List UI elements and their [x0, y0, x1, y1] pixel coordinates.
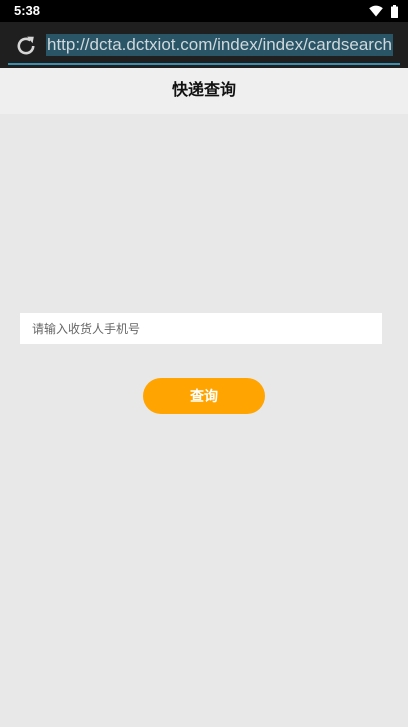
url-underline	[8, 63, 400, 65]
status-time: 5:38	[14, 3, 41, 18]
main-content: 查询	[0, 114, 408, 727]
status-bar: 5:38	[0, 0, 408, 22]
status-icons	[369, 4, 398, 18]
phone-input[interactable]	[20, 313, 382, 344]
page-title: 快递查询	[171, 80, 236, 99]
app-header: 快递查询	[0, 68, 408, 114]
url-text: http://dcta.dctxiot.com/index/index/card…	[46, 34, 393, 56]
query-button[interactable]: 查询	[143, 378, 265, 414]
wifi-icon	[369, 5, 383, 17]
battery-icon	[391, 4, 398, 18]
reload-icon[interactable]	[14, 34, 38, 58]
url-field[interactable]: http://dcta.dctxiot.com/index/index/card…	[46, 34, 400, 58]
browser-address-bar: http://dcta.dctxiot.com/index/index/card…	[0, 22, 408, 68]
